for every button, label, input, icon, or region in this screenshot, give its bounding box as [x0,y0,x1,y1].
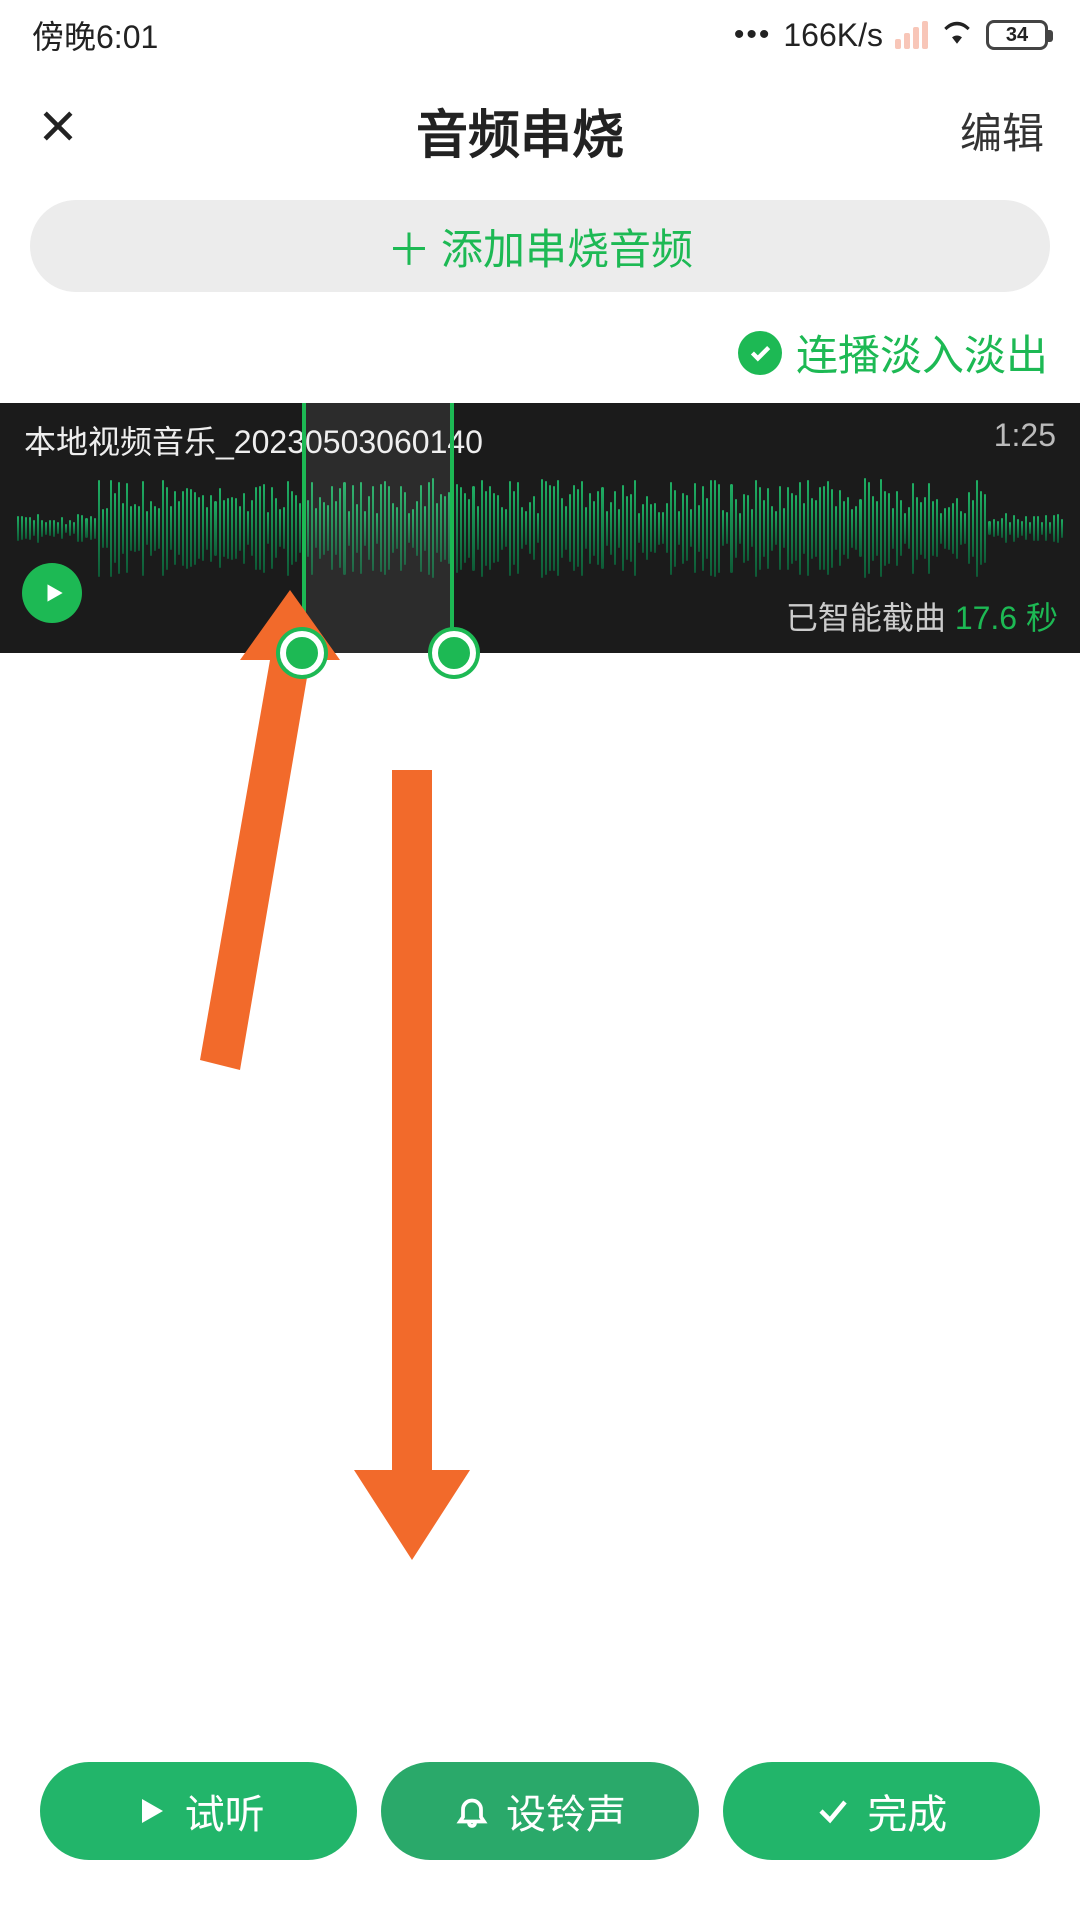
audio-track[interactable]: 本地视频音乐_20230503060140 1:25 已智能截曲 17.6 秒 [0,403,1080,653]
set-ringtone-label: 设铃声 [506,1782,626,1840]
play-icon [133,1793,169,1829]
more-dots-icon: ••• [734,18,772,52]
done-button[interactable]: 完成 [723,1762,1040,1860]
battery-icon: 34 [986,20,1048,50]
bottom-bar: 试听 设铃声 完成 [0,1762,1080,1860]
play-clip-button[interactable] [22,563,82,623]
edit-button[interactable]: 编辑 [960,100,1044,161]
fade-toggle[interactable]: 连播淡入淡出 [0,292,1080,403]
close-icon [36,104,80,148]
wifi-icon [940,14,974,57]
trim-selection[interactable] [302,403,453,653]
preview-label: 试听 [185,1782,265,1840]
check-icon [815,1793,851,1829]
clip-unit: 秒 [1026,600,1058,636]
add-audio-button[interactable]: ＋ 添加串烧音频 [30,200,1050,292]
play-icon [41,580,67,606]
battery-level: 34 [1006,24,1028,47]
set-ringtone-button[interactable]: 设铃声 [381,1762,698,1860]
preview-button[interactable]: 试听 [40,1762,357,1860]
status-bar: 傍晚6:01 ••• 166K/s 34 [0,0,1080,70]
annotation-arrow-1 [150,590,410,1110]
plus-icon: ＋ [387,214,431,278]
network-speed: 166K/s [783,17,883,54]
trim-end-handle[interactable] [432,631,476,675]
fade-toggle-label: 连播淡入淡出 [796,322,1048,383]
annotation-arrow-2 [340,770,480,1570]
done-label: 完成 [867,1782,947,1840]
signal-icon [895,21,928,49]
track-duration: 1:25 [994,417,1056,463]
page-title: 音频串烧 [416,93,624,168]
clip-prefix: 已智能截曲 [786,600,946,636]
trim-start-handle[interactable] [280,631,324,675]
clip-info: 已智能截曲 17.6 秒 [786,593,1058,639]
waveform [0,458,1080,598]
clip-value: 17.6 [955,600,1017,636]
check-circle-icon [738,331,782,375]
close-button[interactable] [36,104,80,157]
status-time: 傍晚6:01 [32,12,158,58]
page-header: 音频串烧 编辑 [0,70,1080,190]
bell-icon [454,1793,490,1829]
add-audio-label: 添加串烧音频 [441,216,693,277]
